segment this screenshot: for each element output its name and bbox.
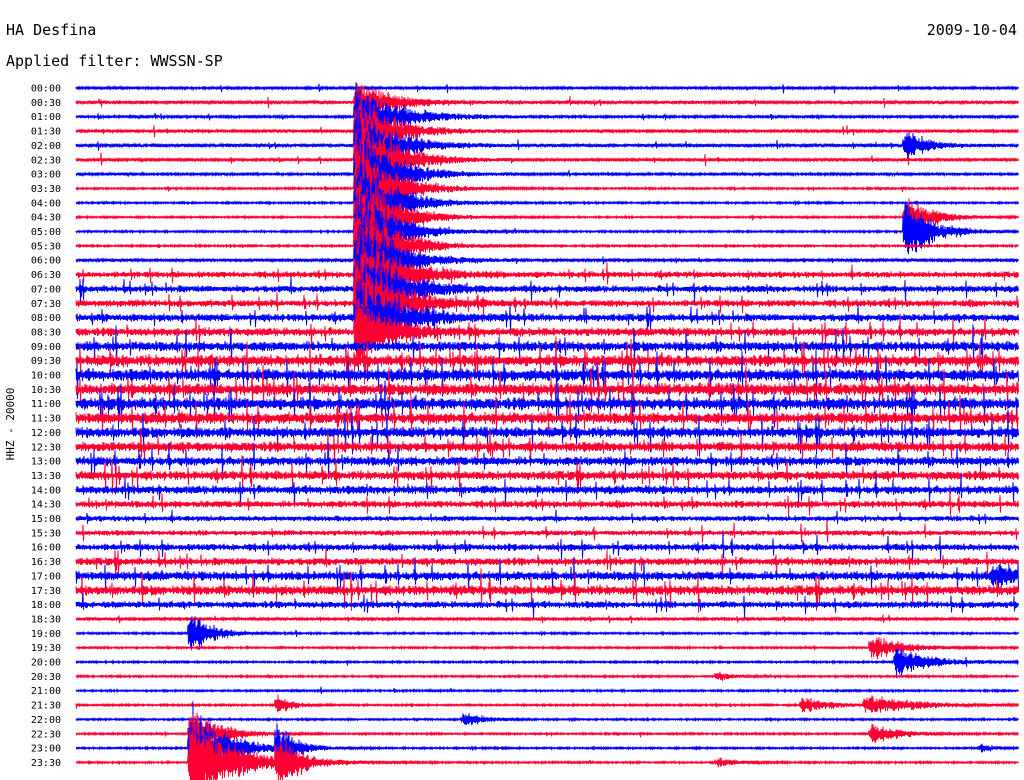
time-tick-label: 03:00	[31, 170, 61, 181]
time-tick-label: 04:00	[31, 198, 61, 209]
time-tick-label: 00:00	[31, 84, 61, 95]
time-tick-label: 07:30	[31, 299, 61, 310]
time-tick-label: 04:30	[31, 213, 61, 224]
time-tick-label: 06:00	[31, 256, 61, 267]
time-tick-label: 18:30	[31, 614, 61, 625]
time-tick-label: 11:30	[31, 414, 61, 425]
time-tick-label: 05:00	[31, 227, 61, 238]
time-tick-label: 22:30	[31, 729, 61, 740]
time-tick-label: 02:00	[31, 141, 61, 152]
time-tick-label: 11:00	[31, 399, 61, 410]
helicorder-plot: HA Desfina 2009-10-04 Applied filter: WW…	[0, 0, 1024, 780]
time-tick-label: 14:30	[31, 500, 61, 511]
time-tick-label: 20:00	[31, 658, 61, 669]
time-tick-label: 05:30	[31, 241, 61, 252]
time-tick-label: 02:30	[31, 155, 61, 166]
time-tick-label: 17:30	[31, 586, 61, 597]
time-tick-label: 06:30	[31, 270, 61, 281]
time-tick-label: 13:30	[31, 471, 61, 482]
time-tick-label: 12:30	[31, 442, 61, 453]
time-tick-label: 00:30	[31, 98, 61, 109]
time-tick-label: 01:30	[31, 127, 61, 138]
time-tick-label: 18:00	[31, 600, 61, 611]
time-tick-label: 15:00	[31, 514, 61, 525]
time-tick-label: 17:00	[31, 571, 61, 582]
time-tick-label: 20:30	[31, 672, 61, 683]
time-tick-label: 10:00	[31, 371, 61, 382]
time-tick-label: 23:00	[31, 744, 61, 755]
time-tick-label: 10:30	[31, 385, 61, 396]
time-tick-label: 16:00	[31, 543, 61, 554]
filter-label: Applied filter: WWSSN-SP	[6, 52, 223, 70]
time-tick-label: 19:30	[31, 643, 61, 654]
time-tick-label: 08:00	[31, 313, 61, 324]
time-tick-label: 01:00	[31, 112, 61, 123]
time-tick-label: 07:00	[31, 284, 61, 295]
time-tick-label: 12:00	[31, 428, 61, 439]
time-tick-label: 09:00	[31, 342, 61, 353]
time-tick-label: 03:30	[31, 184, 61, 195]
time-tick-label: 15:30	[31, 528, 61, 539]
time-tick-label: 09:30	[31, 356, 61, 367]
station-title: HA Desfina	[6, 21, 96, 39]
time-tick-label: 23:30	[31, 758, 61, 769]
channel-axis-label: HHZ - 20000	[4, 388, 17, 461]
date-label: 2009-10-04	[927, 21, 1017, 39]
time-tick-label: 08:30	[31, 327, 61, 338]
time-tick-label: 22:00	[31, 715, 61, 726]
time-tick-label: 13:00	[31, 457, 61, 468]
time-tick-label: 14:00	[31, 485, 61, 496]
time-tick-label: 21:00	[31, 686, 61, 697]
time-tick-label: 19:00	[31, 629, 61, 640]
time-tick-label: 21:30	[31, 701, 61, 712]
time-tick-label: 16:30	[31, 557, 61, 568]
